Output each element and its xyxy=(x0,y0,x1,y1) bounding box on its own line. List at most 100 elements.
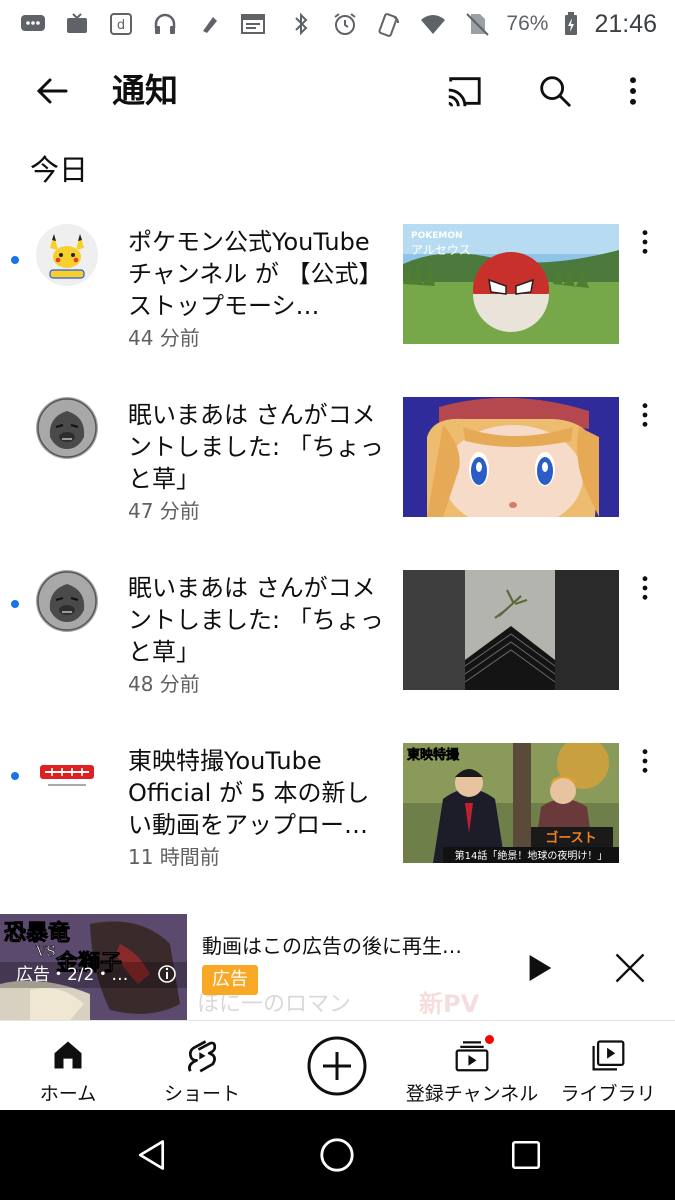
circle-home-icon xyxy=(320,1138,354,1172)
bluetooth-icon xyxy=(286,11,316,37)
gorilla-avatar-icon xyxy=(36,570,98,632)
unread-indicator xyxy=(11,600,19,608)
notification-time: 11 時間前 xyxy=(128,845,220,869)
notification-item[interactable]: 眠いまあは さんがコメントしました: 「ちょっと草」 48 分前 xyxy=(0,566,675,696)
notification-more-button[interactable] xyxy=(632,566,658,610)
nav-home-label: ホーム xyxy=(39,1083,97,1105)
notification-item[interactable]: 東映特撮YouTube Official が 5 本の新しい動画をアップロー… … xyxy=(0,739,675,869)
notification-more-button[interactable] xyxy=(632,220,658,264)
nav-shorts-label: ショート xyxy=(163,1083,240,1105)
unread-indicator xyxy=(11,772,19,780)
avatar xyxy=(36,397,98,459)
more-vert-icon xyxy=(642,749,648,773)
cast-button[interactable] xyxy=(440,68,488,114)
nav-create[interactable] xyxy=(304,1021,370,1111)
triangle-back-icon xyxy=(138,1140,165,1170)
close-icon xyxy=(615,953,645,983)
system-navigation-bar xyxy=(0,1110,675,1200)
mini-player-close-button[interactable] xyxy=(608,946,652,990)
toei-logo-avatar-icon xyxy=(36,743,98,805)
nav-library-label: ライブラリ xyxy=(560,1083,656,1105)
video-thumbnail[interactable]: POKEMON アルセウス xyxy=(403,224,619,344)
avatar xyxy=(36,570,98,632)
gorilla-avatar-icon xyxy=(36,397,98,459)
system-recents-button[interactable] xyxy=(503,1132,549,1178)
pokemon-logo-text: POKEMON xyxy=(411,231,463,241)
more-vert-icon xyxy=(630,77,636,105)
mini-player-thumbnail[interactable]: 恐暴竜 VS 金獅子 広告・2/2・… xyxy=(0,914,187,1020)
voltorb-thumbnail-image: POKEMON アルセウス xyxy=(403,224,619,344)
notification-time: 47 分前 xyxy=(128,499,200,523)
toei-logo-text: 東映特撮 xyxy=(407,747,460,763)
notification-text: 眠いまあは さんがコメントしました: 「ちょっと草」 xyxy=(128,401,384,493)
notification-more-button[interactable] xyxy=(632,393,658,437)
notification-text: 眠いまあは さんがコメントしました: 「ちょっと草」 xyxy=(128,574,384,666)
notification-item[interactable]: ポケモン公式YouTubeチャンネル が 【公式】ストップモーシ… 44 分前 … xyxy=(0,220,675,350)
video-thumbnail[interactable]: 東映特撮 ゴースト 第14話「絶景！地球の夜明け！」 xyxy=(403,743,619,863)
cast-icon xyxy=(448,77,481,107)
app-bar: 通知 xyxy=(0,48,675,134)
peek-right-text: 新PV xyxy=(419,990,480,1018)
back-button[interactable] xyxy=(28,68,76,114)
nav-subscriptions[interactable]: 登録チャンネル xyxy=(404,1021,540,1111)
library-icon xyxy=(586,1033,630,1077)
nav-home[interactable]: ホーム xyxy=(28,1021,108,1111)
notification-text: 東映特撮YouTube Official が 5 本の新しい動画をアップロー… xyxy=(128,747,370,839)
status-bar: d 76% 21:46 xyxy=(0,0,675,48)
ad-counter-text: 広告・2/2・… xyxy=(16,965,128,985)
ghost-thumbnail-image: 東映特撮 ゴースト 第14話「絶景！地球の夜明け！」 xyxy=(403,743,619,863)
notification-time: 44 分前 xyxy=(128,326,200,350)
arrow-back-icon xyxy=(36,78,68,104)
wifi-icon xyxy=(418,11,448,37)
battery-icon xyxy=(562,11,580,37)
more-vert-icon xyxy=(642,403,648,427)
calendar-icon xyxy=(238,11,268,37)
music-icon xyxy=(194,11,224,37)
more-options-button[interactable] xyxy=(610,68,656,114)
nav-subscriptions-label: 登録チャンネル xyxy=(405,1083,539,1105)
subscriptions-icon xyxy=(450,1033,496,1077)
video-thumbnail[interactable] xyxy=(403,570,619,690)
no-sim-icon xyxy=(462,11,492,37)
page-title: 通知 xyxy=(112,71,178,110)
search-icon xyxy=(540,76,571,107)
next-item-peek: ほに一のロマン 新PV xyxy=(187,982,675,1020)
monster-hunter-ad-image: 恐暴竜 VS 金獅子 広告・2/2・… xyxy=(0,914,187,1020)
notification-item[interactable]: 眠いまあは さんがコメントしました: 「ちょっと草」 47 分前 xyxy=(0,393,675,523)
video-thumbnail[interactable] xyxy=(403,397,619,517)
notification-time: 48 分前 xyxy=(128,672,200,696)
nfc-icon xyxy=(374,11,404,37)
thumb-line1-text: 恐暴竜 xyxy=(4,920,70,946)
notification-text: ポケモン公式YouTubeチャンネル が 【公式】ストップモーシ… xyxy=(128,228,383,320)
mini-player-play-button[interactable] xyxy=(520,948,560,988)
nav-library[interactable]: ライブラリ xyxy=(558,1021,658,1111)
arceus-logo-text: アルセウス xyxy=(411,243,471,257)
system-back-button[interactable] xyxy=(128,1132,174,1178)
nav-shorts[interactable]: ショート xyxy=(152,1021,252,1111)
notification-more-button[interactable] xyxy=(632,739,658,783)
alarm-icon xyxy=(330,11,360,37)
tv-icon xyxy=(62,11,92,37)
more-vert-icon xyxy=(642,576,648,600)
mini-player[interactable]: ほに一のロマン 新PV 恐暴竜 VS 金獅子 広告・2/2・… 動画はこの広告の… xyxy=(0,912,675,1020)
section-heading-today: 今日 xyxy=(30,153,89,187)
svg-text:d: d xyxy=(117,18,125,33)
ad-badge: 広告 xyxy=(202,965,258,995)
mini-player-title: 動画はこの広告の後に再生… xyxy=(202,934,462,958)
system-home-button[interactable] xyxy=(314,1132,360,1178)
serena-thumbnail-image xyxy=(403,397,619,517)
home-icon xyxy=(46,1033,90,1077)
shorts-icon xyxy=(180,1033,224,1077)
more-vert-icon xyxy=(642,230,648,254)
battery-percent: 76% xyxy=(506,12,549,35)
message-icon xyxy=(18,11,48,37)
new-content-dot xyxy=(483,1033,496,1046)
unread-indicator xyxy=(11,256,19,264)
square-recents-icon xyxy=(511,1140,541,1170)
avatar xyxy=(36,743,98,805)
ghost-title-text: ゴースト xyxy=(545,830,596,846)
bottom-navigation: ホーム ショート 登録チャンネル ライブラリ xyxy=(0,1020,675,1110)
clock: 21:46 xyxy=(594,9,657,38)
headphones-icon xyxy=(150,11,180,37)
search-button[interactable] xyxy=(532,68,578,114)
